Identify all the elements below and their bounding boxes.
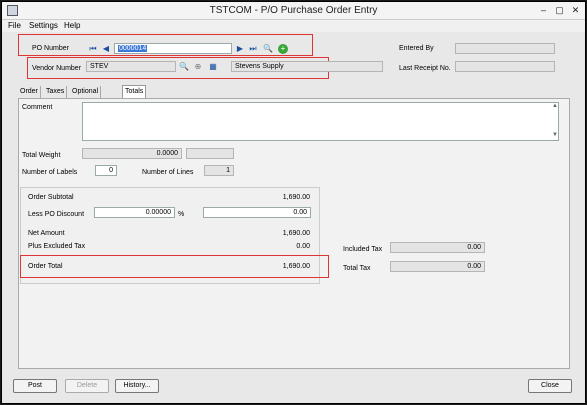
menu-settings[interactable]: Settings	[29, 21, 58, 30]
discount-amount-input[interactable]: 0.00	[203, 207, 311, 218]
less-po-discount-label: Less PO Discount	[28, 211, 85, 218]
scroll-up-icon[interactable]: ▲	[552, 103, 583, 109]
entered-by-field	[455, 43, 555, 54]
menu-help[interactable]: Help	[64, 21, 80, 30]
window-title: TSTCOM - P/O Purchase Order Entry	[209, 5, 378, 16]
vendor-zoom-icon[interactable]: ⊕	[194, 62, 202, 72]
total-tax-field: 0.00	[390, 261, 485, 272]
restore-button[interactable]: ▢	[553, 4, 566, 17]
vendor-search-icon[interactable]: 🔍	[179, 62, 189, 72]
menu-bar: File Settings Help	[2, 20, 585, 32]
order-subtotal-value: 1,690.00	[282, 194, 310, 201]
vendor-number-field[interactable]: STEV	[86, 61, 176, 72]
tab-taxes[interactable]: Taxes	[44, 86, 68, 98]
tab-totals[interactable]: Totals	[122, 85, 147, 99]
new-record-icon[interactable]: +	[278, 44, 288, 54]
last-receipt-label: Last Receipt No.	[399, 65, 451, 72]
last-record-icon[interactable]: ⏭	[249, 44, 257, 54]
close-button[interactable]: Close	[528, 379, 572, 393]
title-bar: TSTCOM - P/O Purchase Order Entry – ▢ ✕	[2, 2, 585, 20]
included-tax-label: Included Tax	[343, 246, 383, 253]
comment-textarea[interactable]	[82, 102, 559, 141]
net-amount-value: 1,690.00	[282, 230, 310, 237]
close-window-button[interactable]: ✕	[569, 4, 582, 17]
percent-sign: %	[178, 211, 185, 218]
order-total-label: Order Total	[28, 263, 63, 270]
po-entry-window: TSTCOM - P/O Purchase Order Entry – ▢ ✕ …	[1, 1, 586, 404]
order-total-value: 1,690.00	[282, 263, 310, 270]
net-amount-label: Net Amount	[28, 230, 65, 237]
entered-by-label: Entered By	[399, 45, 434, 52]
order-subtotal-label: Order Subtotal	[28, 194, 74, 201]
tab-optional-fields[interactable]: Optional Fields	[70, 86, 102, 107]
last-receipt-field	[455, 61, 555, 72]
menu-file[interactable]: File	[8, 21, 21, 30]
minimize-button[interactable]: –	[537, 4, 550, 17]
po-number-value: 0000014	[118, 45, 148, 52]
total-weight-label: Total Weight	[22, 152, 61, 159]
number-of-lines-label: Number of Lines	[142, 169, 194, 176]
po-number-label: PO Number	[32, 45, 69, 52]
plus-excluded-tax-label: Plus Excluded Tax	[28, 243, 86, 250]
weight-unit-field	[186, 148, 234, 159]
next-record-icon[interactable]: ▶	[236, 44, 244, 54]
total-weight-field: 0.0000	[82, 148, 182, 159]
vendor-calendar-icon[interactable]: ▦	[209, 62, 217, 72]
vendor-name-field: Stevens Supply	[231, 61, 383, 72]
scroll-down-icon[interactable]: ▼	[552, 132, 583, 138]
plus-excluded-tax-value: 0.00	[296, 243, 310, 250]
number-of-labels-input[interactable]: 0	[95, 165, 117, 176]
post-button[interactable]: Post	[13, 379, 57, 393]
previous-record-icon[interactable]: ◀	[102, 44, 110, 54]
number-of-lines-field: 1	[204, 165, 234, 176]
po-number-input[interactable]: 0000014	[114, 43, 232, 54]
vendor-number-label: Vendor Number	[32, 65, 82, 72]
number-of-labels-label: Number of Labels	[22, 169, 78, 176]
included-tax-field: 0.00	[390, 242, 485, 253]
discount-percent-input[interactable]: 0.00000	[94, 207, 175, 218]
search-icon[interactable]: 🔍	[263, 44, 273, 54]
first-record-icon[interactable]: ⏮	[89, 44, 97, 54]
comment-label: Comment	[22, 104, 53, 111]
delete-button[interactable]: Delete	[65, 379, 109, 393]
history-button[interactable]: History...	[115, 379, 159, 393]
tab-order[interactable]: Order	[18, 86, 41, 98]
total-tax-label: Total Tax	[343, 265, 371, 272]
